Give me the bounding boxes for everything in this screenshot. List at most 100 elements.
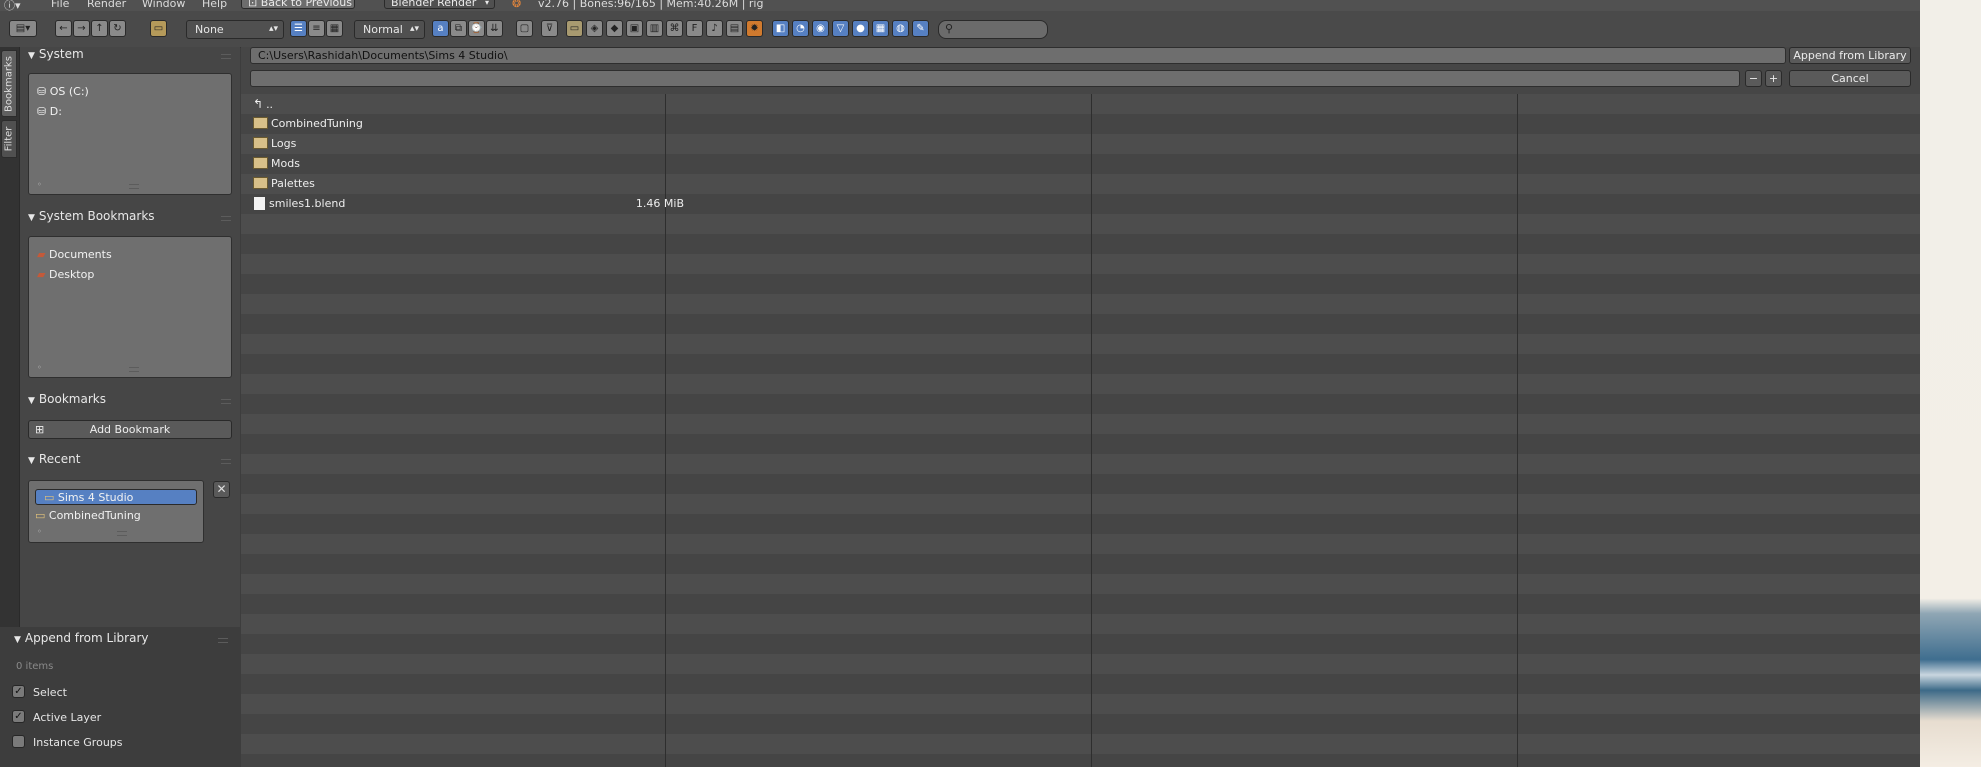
filter-blend-icon[interactable]: ◈ bbox=[586, 20, 603, 37]
parent-directory-icon[interactable]: ↑ bbox=[91, 20, 108, 37]
file-row-parent[interactable]: ↰.. bbox=[253, 94, 273, 114]
filter-material-icon[interactable]: ● bbox=[852, 20, 869, 37]
recent-list: ▭ Sims 4 Studio ▭ CombinedTuning ◦ bbox=[28, 480, 204, 543]
info-editor-icon[interactable]: ⓘ▾ bbox=[4, 0, 21, 11]
sort-size-icon[interactable]: ⇊ bbox=[486, 20, 503, 37]
folder-icon bbox=[253, 177, 268, 189]
system-bookmarks-list: ▰ Documents ▰ Desktop ◦ bbox=[28, 236, 232, 378]
back-arrow-icon[interactable]: ← bbox=[55, 20, 72, 37]
scene-stats: v2.76 | Bones:96/165 | Mem:40.26M | rig bbox=[538, 0, 764, 10]
list-resize-handle[interactable] bbox=[129, 367, 139, 372]
file-row[interactable]: Mods bbox=[253, 154, 300, 174]
filter-sound-icon[interactable]: ♪ bbox=[706, 20, 723, 37]
panel-header-system[interactable]: ▼ System bbox=[28, 47, 84, 61]
display-size-select[interactable]: Normal ▴▾ bbox=[354, 20, 425, 39]
editor-type-icon[interactable]: ▤▾ bbox=[9, 20, 37, 37]
list-item[interactable]: ▰ Desktop bbox=[37, 268, 94, 281]
filter-icon[interactable]: ⊽ bbox=[541, 20, 558, 37]
back-to-previous-button[interactable]: ⊡ Back to Previous bbox=[241, 0, 355, 9]
filter-texture-icon[interactable]: ▦ bbox=[872, 20, 889, 37]
cancel-button[interactable]: Cancel bbox=[1789, 70, 1911, 87]
append-from-library-button[interactable]: Append from Library bbox=[1789, 47, 1911, 64]
increment-filename-button[interactable]: + bbox=[1765, 70, 1782, 87]
instance-groups-checkbox[interactable] bbox=[12, 735, 25, 748]
filter-image-icon[interactable]: ▣ bbox=[626, 20, 643, 37]
forward-arrow-icon[interactable]: → bbox=[73, 20, 90, 37]
operator-panel: ▼ Append from Library 0 items ✓ Select ✓ … bbox=[0, 627, 240, 767]
search-field[interactable]: ⚲ bbox=[938, 20, 1048, 39]
file-row[interactable]: smiles1.blend 1.46 MiB bbox=[253, 194, 684, 214]
instance-groups-label: Instance Groups bbox=[33, 736, 123, 749]
active-layer-checkbox[interactable]: ✓ bbox=[12, 710, 25, 723]
blender-logo-icon: ❂ bbox=[512, 0, 522, 10]
panel-drag-handle[interactable] bbox=[221, 54, 231, 59]
panel-drag-handle[interactable] bbox=[221, 216, 231, 221]
sort-extension-icon[interactable]: ⧉ bbox=[450, 20, 467, 37]
file-row[interactable]: Palettes bbox=[253, 174, 315, 194]
filter-mesh-icon[interactable]: ◉ bbox=[812, 20, 829, 37]
folder-icon bbox=[253, 157, 268, 169]
list-item[interactable]: ▭ CombinedTuning bbox=[35, 509, 141, 522]
refresh-icon[interactable]: ↻ bbox=[109, 20, 126, 37]
list-item[interactable]: ⛁ D: bbox=[37, 105, 62, 118]
collapse-triangle-icon: ▼ bbox=[28, 456, 35, 466]
active-layer-label: Active Layer bbox=[33, 711, 102, 724]
select-label: Select bbox=[33, 686, 67, 699]
add-bookmark-button[interactable]: ⊞ Add Bookmark bbox=[28, 420, 232, 439]
tab-bookmarks[interactable]: Bookmarks bbox=[1, 50, 17, 117]
decrement-filename-button[interactable]: − bbox=[1745, 70, 1762, 87]
filter-font-icon[interactable]: F bbox=[686, 20, 703, 37]
sort-time-icon[interactable]: ⌚ bbox=[468, 20, 485, 37]
column-divider bbox=[1517, 94, 1518, 767]
display-thumbnails-icon[interactable]: ▦ bbox=[326, 20, 343, 37]
file-row[interactable]: CombinedTuning bbox=[253, 114, 363, 134]
filter-text-icon[interactable]: ▤ bbox=[726, 20, 743, 37]
list-item[interactable]: ⛁ OS (C:) bbox=[37, 85, 89, 98]
panel-header-recent[interactable]: ▼ Recent bbox=[28, 452, 80, 466]
list-resize-dot: ◦ bbox=[37, 363, 42, 372]
panel-drag-handle[interactable] bbox=[221, 399, 231, 404]
panel-drag-handle[interactable] bbox=[221, 459, 231, 464]
recursion-select[interactable]: None ▴▾ bbox=[186, 20, 284, 39]
menu-render[interactable]: Render bbox=[87, 0, 126, 10]
filter-brush-icon[interactable]: ✎ bbox=[912, 20, 929, 37]
filter-backup-icon[interactable]: ◆ bbox=[606, 20, 623, 37]
back-icon: ⊡ bbox=[248, 0, 261, 9]
filter-object-icon[interactable]: ◔ bbox=[792, 20, 809, 37]
filter-movie-icon[interactable]: ▥ bbox=[646, 20, 663, 37]
filter-blender-icon[interactable]: ✹ bbox=[746, 20, 763, 37]
filter-vertex-icon[interactable]: ▽ bbox=[832, 20, 849, 37]
display-long-list-icon[interactable]: ≡ bbox=[308, 20, 325, 37]
display-short-list-icon[interactable]: ☰ bbox=[290, 20, 307, 37]
list-resize-handle[interactable] bbox=[117, 531, 127, 536]
file-list: ↰.. CombinedTuning Logs Mods Palettes sm… bbox=[241, 94, 1920, 767]
new-folder-icon[interactable]: ▭ bbox=[150, 20, 167, 37]
system-list: ⛁ OS (C:) ⛁ D: ◦ bbox=[28, 73, 232, 195]
directory-path-field[interactable]: C:\Users\Rashidah\Documents\Sims 4 Studi… bbox=[250, 47, 1786, 64]
filter-script-icon[interactable]: ⌘ bbox=[666, 20, 683, 37]
column-divider bbox=[1091, 94, 1092, 767]
menu-window[interactable]: Window bbox=[142, 0, 185, 10]
show-hidden-icon[interactable]: ▢ bbox=[516, 20, 533, 37]
list-item-selected[interactable]: ▭ Sims 4 Studio bbox=[35, 489, 197, 505]
list-resize-handle[interactable] bbox=[129, 184, 139, 189]
panel-drag-handle[interactable] bbox=[218, 638, 228, 643]
panel-header-append[interactable]: ▼ Append from Library bbox=[14, 631, 148, 645]
list-item[interactable]: ▰ Documents bbox=[37, 248, 112, 261]
menu-file[interactable]: File bbox=[51, 0, 69, 10]
file-row[interactable]: Logs bbox=[253, 134, 296, 154]
filter-world-icon[interactable]: ◍ bbox=[892, 20, 909, 37]
list-resize-dot: ◦ bbox=[37, 180, 42, 189]
select-checkbox[interactable]: ✓ bbox=[12, 685, 25, 698]
filename-field[interactable] bbox=[250, 70, 1740, 87]
render-engine-select[interactable]: Blender Render ▾ bbox=[384, 0, 495, 9]
panel-header-bookmarks[interactable]: ▼ Bookmarks bbox=[28, 392, 106, 406]
filter-scene-icon[interactable]: ◧ bbox=[772, 20, 789, 37]
folder-icon bbox=[253, 117, 268, 129]
tab-filter[interactable]: Filter bbox=[1, 120, 17, 158]
menu-help[interactable]: Help bbox=[202, 0, 227, 10]
panel-header-system-bookmarks[interactable]: ▼ System Bookmarks bbox=[28, 209, 155, 223]
sort-alphabetical-icon[interactable]: a bbox=[432, 20, 449, 37]
clear-recent-button[interactable]: ✕ bbox=[213, 481, 230, 498]
filter-folder-icon[interactable]: ▭ bbox=[566, 20, 583, 37]
